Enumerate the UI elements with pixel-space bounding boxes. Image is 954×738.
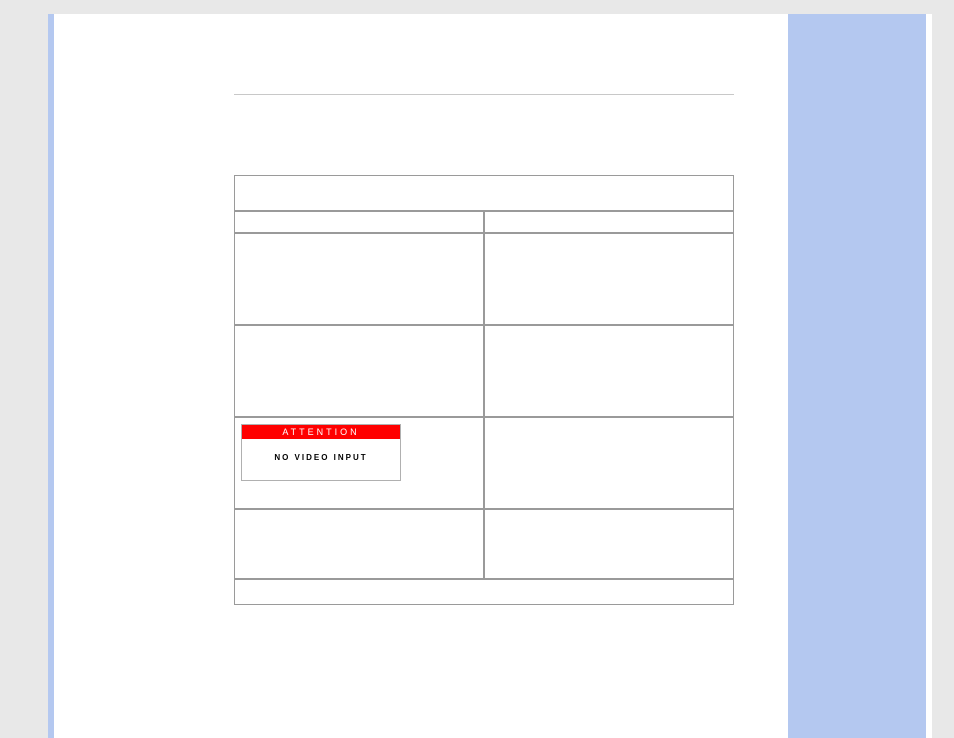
osd-title: ATTENTION xyxy=(242,425,400,439)
table-cell-left xyxy=(234,509,484,579)
osd-message: NO VIDEO INPUT xyxy=(242,439,400,480)
table-cell-right xyxy=(484,509,734,579)
table-cell-left xyxy=(234,233,484,325)
table-head-right xyxy=(484,211,734,233)
table-title-cell xyxy=(234,175,734,211)
table-footer-cell xyxy=(234,579,734,605)
table-cell-right xyxy=(484,325,734,417)
table-cell-left: ATTENTION NO VIDEO INPUT xyxy=(234,417,484,509)
osd-box: ATTENTION NO VIDEO INPUT xyxy=(241,424,401,481)
troubleshooting-table: ATTENTION NO VIDEO INPUT xyxy=(234,175,734,605)
table-head-left xyxy=(234,211,484,233)
page-content: ATTENTION NO VIDEO INPUT xyxy=(234,94,734,605)
table-cell-right xyxy=(484,233,734,325)
sidebar-right xyxy=(788,14,932,738)
table-cell-right xyxy=(484,417,734,509)
divider xyxy=(234,94,734,95)
table-cell-left xyxy=(234,325,484,417)
